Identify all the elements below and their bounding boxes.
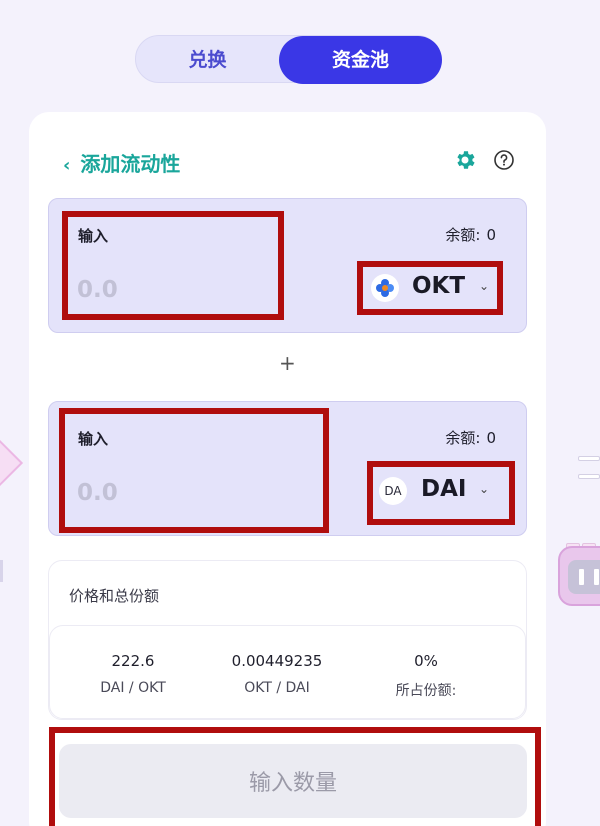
stat-pool-share: 0% 所占份额:: [356, 652, 496, 700]
dai-logo-icon: DA: [379, 477, 407, 505]
mode-toggle: 兑换 资金池: [135, 35, 442, 84]
page-title: 添加流动性: [80, 152, 181, 176]
balance-value: 0: [486, 429, 496, 447]
tab-pool[interactable]: 资金池: [279, 36, 442, 84]
balance-label: 余额:: [445, 226, 481, 244]
chevron-down-icon: ⌄: [478, 279, 489, 293]
bg-decoration-tags: [566, 535, 600, 550]
enter-amount-button[interactable]: 输入数量: [59, 744, 527, 818]
balance-display: 余额: 0: [445, 427, 496, 448]
balance-display: 余额: 0: [445, 224, 496, 245]
token-select-okt[interactable]: OKT ⌄: [371, 270, 489, 310]
add-liquidity-card: ‹ 添加流动性 输入 余额: 0 OKT ⌄: [29, 112, 546, 826]
card-header: ‹ 添加流动性: [29, 112, 546, 202]
chevron-left-icon: ‹: [63, 155, 71, 176]
token-symbol: OKT: [412, 273, 466, 299]
balance-value: 0: [486, 226, 496, 244]
price-share-panel: 价格和总份额 222.6 DAI / OKT 0.00449235 OKT / …: [48, 560, 527, 720]
token-select-dai[interactable]: DA DAI ⌄: [379, 473, 489, 513]
stat-value: 222.6: [111, 652, 155, 670]
gear-icon[interactable]: [453, 148, 477, 172]
okt-logo-icon: [371, 274, 399, 302]
token-input-a: 输入 余额: 0 OKT ⌄: [48, 198, 527, 333]
stat-label: OKT / DAI: [244, 680, 310, 696]
stat-okt-per-dai: 0.00449235 OKT / DAI: [207, 652, 347, 696]
price-share-title: 价格和总份额: [69, 587, 160, 605]
stat-value: 0%: [414, 652, 438, 670]
bg-decoration-lines: [578, 456, 600, 492]
back-button[interactable]: ‹ 添加流动性: [63, 148, 180, 177]
stat-label: 所占份额:: [395, 683, 457, 699]
tab-swap[interactable]: 兑换: [136, 36, 279, 84]
bg-decoration-diamond: [0, 438, 24, 488]
stat-dai-per-okt: 222.6 DAI / OKT: [63, 652, 203, 696]
input-label: 输入: [78, 227, 109, 245]
price-stats: 222.6 DAI / OKT 0.00449235 OKT / DAI 0% …: [49, 625, 526, 719]
amount-input-a[interactable]: [77, 273, 267, 307]
plus-icon: +: [279, 351, 296, 375]
stat-value: 0.00449235: [231, 652, 323, 670]
stat-label: DAI / OKT: [100, 680, 166, 696]
balance-label: 余额:: [445, 429, 481, 447]
input-label: 输入: [78, 430, 109, 448]
bg-decoration-pause-icon: [558, 546, 600, 606]
token-symbol: DAI: [421, 476, 467, 502]
token-input-b: 输入 余额: 0 DA DAI ⌄: [48, 401, 527, 536]
chevron-down-icon: ⌄: [478, 482, 489, 496]
question-circle-icon[interactable]: [493, 149, 515, 171]
bg-decoration-tick: [0, 560, 3, 582]
amount-input-b[interactable]: [77, 476, 267, 510]
